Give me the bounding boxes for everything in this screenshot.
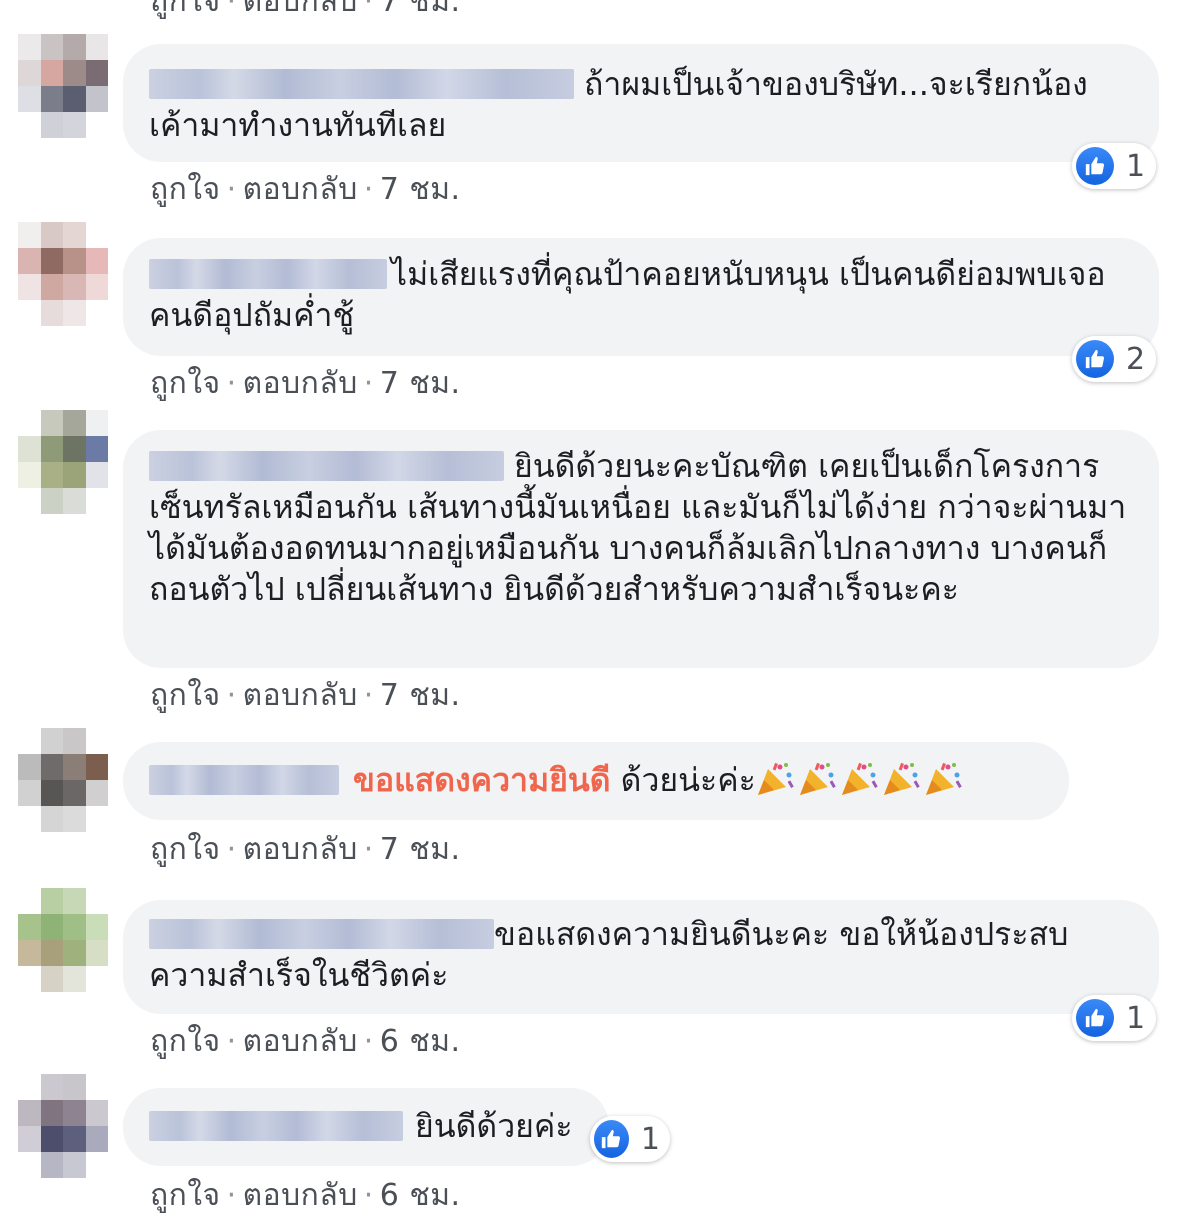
comment-actions: ถูกใจ · ตอบกลับ · 7 ชม. [150, 172, 461, 207]
avatar[interactable] [18, 1074, 108, 1178]
comment-time: 7 ชม. [379, 678, 461, 713]
comment-actions: ถูกใจ · ตอบกลับ · 7 ชม. [150, 678, 461, 713]
avatar[interactable] [18, 728, 108, 832]
comment-actions: ถูกใจ · ตอบกลับ · 6 ชม. [150, 1178, 461, 1213]
party-popper-icon [840, 761, 878, 797]
comment-bubble: ขอแสดงความยินดีนะคะ ขอให้น้องประสบความสำ… [123, 900, 1159, 1014]
comment-actions: ถูกใจ · ตอบกลับ · 7 ชม. [150, 832, 461, 867]
like-link[interactable]: ถูกใจ [150, 1178, 221, 1213]
reaction-count-badge[interactable]: 2 [1072, 336, 1156, 382]
like-link[interactable]: ถูกใจ [150, 678, 221, 713]
avatar[interactable] [18, 410, 108, 514]
author-name-blurred[interactable] [149, 259, 387, 289]
author-name-blurred[interactable] [149, 1111, 403, 1141]
reply-link[interactable]: ตอบกลับ [243, 1024, 358, 1059]
thumbs-up-icon [1076, 999, 1114, 1037]
comment-actions: ถูกใจ · ตอบกลับ · 6 ชม. [150, 1024, 461, 1059]
reaction-count: 1 [640, 1121, 660, 1157]
comment-time: 6 ชม. [379, 1024, 461, 1059]
comment-bubble: ยินดีด้วยนะคะบัณฑิต เคยเป็นเด็กโครงการเซ… [123, 430, 1159, 668]
avatar[interactable] [18, 34, 108, 138]
highlight-text: ขอแสดงความยินดี [353, 761, 611, 799]
reply-link[interactable]: ตอบกลับ [243, 0, 358, 19]
reaction-count: 1 [1126, 148, 1146, 184]
reply-link[interactable]: ตอบกลับ [243, 172, 358, 207]
party-popper-icon [924, 761, 962, 797]
comment-text: ยินดีด้วยค่ะ [415, 1107, 573, 1145]
reaction-count: 1 [1126, 1000, 1146, 1036]
party-popper-icon [798, 761, 836, 797]
reply-link[interactable]: ตอบกลับ [243, 832, 358, 867]
reaction-count-badge[interactable]: 1 [1072, 995, 1156, 1041]
thumbs-up-icon [1076, 147, 1114, 185]
comment-time: 7 ชม. [379, 0, 461, 19]
thumbs-up-icon [1076, 340, 1114, 378]
comment-time: 7 ชม. [379, 832, 461, 867]
reply-link[interactable]: ตอบกลับ [243, 678, 358, 713]
comment-bubble: ขอแสดงความยินดี ด้วยน่ะค่ะ [123, 742, 1069, 820]
like-link[interactable]: ถูกใจ [150, 832, 221, 867]
comment-bubble: ยินดีด้วยค่ะ [123, 1088, 609, 1166]
like-link[interactable]: ถูกใจ [150, 1024, 221, 1059]
comment-bubble: ไม่เสียแรงที่คุณป้าคอยหนับหนุน เป็นคนดีย… [123, 238, 1159, 356]
comment-time: 7 ชม. [379, 172, 461, 207]
author-name-blurred[interactable] [149, 765, 339, 795]
reply-link[interactable]: ตอบกลับ [243, 1178, 358, 1213]
avatar[interactable] [18, 888, 108, 992]
party-popper-icon [882, 761, 920, 797]
like-link[interactable]: ถูกใจ [150, 172, 221, 207]
comment-time: 7 ชม. [379, 366, 461, 401]
comment-actions: ถูกใจ · ตอบกลับ · 7 ชม. [150, 366, 461, 401]
author-name-blurred[interactable] [149, 69, 574, 99]
author-name-blurred[interactable] [149, 451, 504, 481]
reply-link[interactable]: ตอบกลับ [243, 366, 358, 401]
like-link[interactable]: ถูกใจ [150, 0, 221, 19]
reaction-count-badge[interactable]: 1 [590, 1116, 670, 1162]
party-popper-icon [756, 761, 794, 797]
reaction-count: 2 [1126, 341, 1146, 377]
author-name-blurred[interactable] [149, 919, 494, 949]
like-link[interactable]: ถูกใจ [150, 366, 221, 401]
comment-bubble: ถ้าผมเป็นเจ้าของบริษัท...จะเรียกน้องเค้า… [123, 44, 1159, 162]
comment-time: 6 ชม. [379, 1178, 461, 1213]
reaction-count-badge[interactable]: 1 [1072, 143, 1156, 189]
comment-text: ด้วยน่ะค่ะ [620, 761, 756, 799]
avatar[interactable] [18, 222, 108, 326]
thumbs-up-icon [594, 1120, 629, 1158]
comment-actions-cutoff: ถูกใจ · ตอบกลับ · 7 ชม. [150, 0, 461, 25]
